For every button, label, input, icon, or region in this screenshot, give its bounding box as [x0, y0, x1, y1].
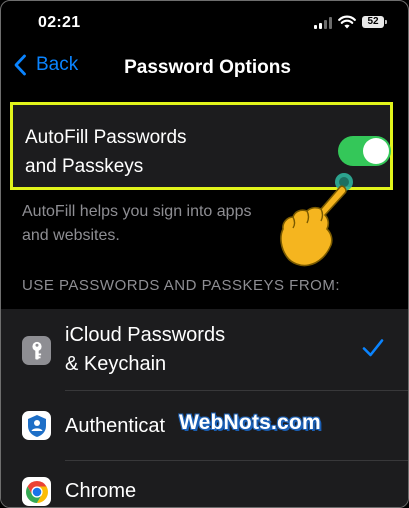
provider-label: iCloud Passwords & Keychain: [65, 321, 225, 379]
toggle-knob: [363, 138, 389, 164]
authenticator-icon: [22, 411, 51, 440]
page-title: Password Options: [124, 57, 291, 78]
pointing-hand-icon: [280, 173, 353, 267]
autofill-label-line1: AutoFill Passwords: [25, 127, 187, 148]
provider-label: Authenticat: [65, 415, 166, 437]
checkmark-icon: [362, 339, 384, 357]
battery-icon: 52: [362, 16, 387, 28]
provider-row-icloud[interactable]: iCloud Passwords & Keychain: [1, 309, 408, 391]
autofill-label-line2: and Passkeys: [25, 156, 144, 177]
status-time: 02:21: [38, 14, 81, 31]
provider-name-line1: iCloud Passwords: [65, 324, 226, 346]
autofill-toggle[interactable]: [338, 136, 391, 166]
watermark: WebNots.com: [179, 411, 321, 434]
provider-name-line2: & Keychain: [65, 353, 167, 375]
key-icon: [22, 336, 51, 365]
wifi-icon: [338, 15, 356, 29]
provider-row-chrome[interactable]: Chrome: [1, 461, 408, 507]
status-bar: 02:21 52: [1, 1, 408, 45]
autofill-helper-text: AutoFill helps you sign into apps and we…: [22, 200, 292, 248]
providers-section-header: USE PASSWORDS AND PASSKEYS FROM:: [22, 277, 341, 294]
phone-screen: 02:21 52 Back Password Options AutoFill …: [0, 0, 409, 508]
providers-list: iCloud Passwords & Keychain Authenticat: [1, 309, 408, 507]
autofill-label: AutoFill Passwords and Passkeys: [25, 123, 245, 181]
cellular-signal-icon: [314, 17, 332, 29]
navigation-bar: Back Password Options: [1, 45, 408, 89]
helper-line2: and websites.: [22, 227, 120, 244]
helper-line1: AutoFill helps you sign into apps: [22, 203, 252, 220]
chrome-icon: [22, 477, 51, 506]
provider-label: Chrome: [65, 480, 137, 502]
